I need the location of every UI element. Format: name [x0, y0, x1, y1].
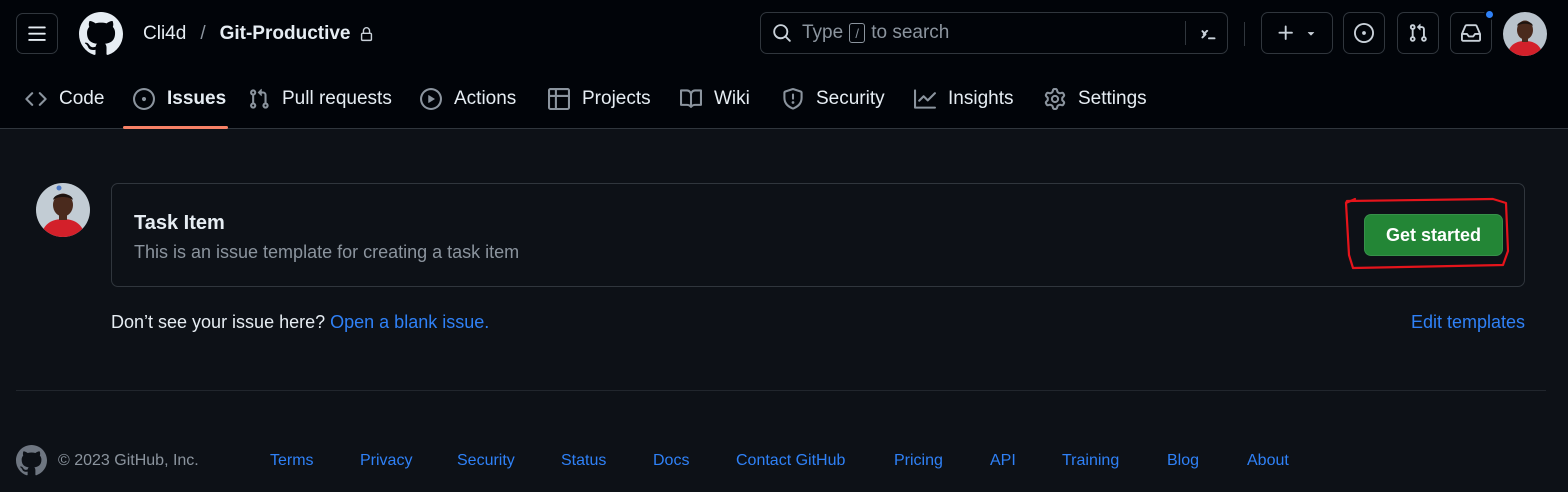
get-started-button[interactable]: Get started [1364, 214, 1503, 256]
tab-insights-label: Insights [948, 88, 1014, 109]
footer-link-api[interactable]: API [990, 452, 1016, 470]
book-icon [680, 88, 702, 110]
blank-issue-prompt: Don’t see your issue here? Open a blank … [111, 312, 489, 333]
footer-link-contact[interactable]: Contact GitHub [736, 452, 845, 470]
footer-link-status[interactable]: Status [561, 452, 606, 470]
tab-settings-label: Settings [1078, 88, 1147, 109]
tab-pull-requests[interactable]: Pull requests [248, 83, 392, 115]
your-pull-requests-button[interactable] [1397, 12, 1439, 54]
tab-issues-label: Issues [167, 88, 227, 109]
graph-icon [914, 88, 936, 110]
git-pull-request-icon [1409, 23, 1427, 42]
breadcrumb: Cli4d / Git-Productive [143, 22, 374, 46]
table-icon [548, 88, 570, 110]
issue-template-card: Task Item This is an issue template for … [111, 183, 1525, 287]
search-placeholder-prefix: Type [802, 22, 844, 43]
tab-wiki-label: Wiki [714, 88, 750, 109]
edit-templates-link[interactable]: Edit templates [1411, 312, 1525, 333]
hamburger-icon [28, 26, 46, 41]
tab-code[interactable]: Code [25, 83, 104, 115]
tab-issues[interactable]: Issues [133, 83, 226, 115]
blank-issue-prompt-text: Don’t see your issue here? [111, 312, 326, 332]
active-tab-indicator [123, 126, 228, 129]
template-title: Task Item [134, 212, 225, 234]
footer-copyright: © 2023 GitHub, Inc. [58, 452, 199, 469]
tab-actions-label: Actions [454, 88, 517, 109]
tab-insights[interactable]: Insights [914, 83, 1013, 115]
footer-link-terms[interactable]: Terms [270, 452, 314, 470]
github-logo-icon[interactable] [79, 12, 123, 56]
author-avatar [36, 183, 90, 237]
tab-actions[interactable]: Actions [420, 83, 516, 115]
breadcrumb-separator: / [200, 23, 206, 44]
breadcrumb-repo-link[interactable]: Git-Productive [220, 23, 351, 45]
gear-icon [1044, 88, 1066, 110]
search-divider [1185, 21, 1186, 45]
search-icon [772, 23, 792, 43]
tab-settings[interactable]: Settings [1044, 83, 1147, 115]
lock-icon [359, 26, 374, 43]
plus-icon [1278, 25, 1293, 40]
git-pull-request-icon [248, 88, 270, 110]
issue-opened-icon [133, 88, 155, 110]
tab-pull-requests-label: Pull requests [282, 88, 392, 109]
hamburger-menu-button[interactable] [16, 13, 58, 54]
your-issues-button[interactable] [1343, 12, 1385, 54]
search-placeholder: Type / to search [802, 22, 949, 44]
issue-opened-icon [1354, 23, 1374, 43]
search-shortcut-key: / [849, 23, 866, 43]
breadcrumb-owner-link[interactable]: Cli4d [143, 23, 186, 45]
tab-security[interactable]: Security [782, 83, 885, 115]
tab-code-label: Code [59, 88, 105, 109]
code-icon [25, 88, 47, 110]
search-input[interactable]: Type / to search [760, 12, 1228, 54]
repo-navigation: Code Issues Pull requests Actions Projec… [0, 73, 1568, 129]
command-palette-icon[interactable] [1198, 23, 1218, 43]
shield-icon [782, 88, 804, 110]
search-placeholder-suffix: to search [871, 22, 950, 43]
footer-divider [16, 390, 1546, 391]
github-footer-logo-icon[interactable] [16, 445, 47, 476]
inbox-icon [1461, 24, 1481, 42]
footer-link-docs[interactable]: Docs [653, 452, 689, 470]
open-blank-issue-link[interactable]: Open a blank issue. [330, 312, 489, 332]
header-divider [1244, 22, 1245, 46]
footer-link-pricing[interactable]: Pricing [894, 452, 943, 470]
footer-link-about[interactable]: About [1247, 452, 1289, 470]
play-icon [420, 88, 442, 110]
create-new-button[interactable] [1261, 12, 1333, 54]
footer-link-blog[interactable]: Blog [1167, 452, 1199, 470]
notification-indicator [1484, 9, 1495, 20]
tab-projects[interactable]: Projects [548, 83, 651, 115]
template-description: This is an issue template for creating a… [134, 242, 520, 262]
tab-projects-label: Projects [582, 88, 651, 109]
footer-link-privacy[interactable]: Privacy [360, 452, 412, 470]
user-avatar[interactable] [1503, 12, 1547, 56]
tab-wiki[interactable]: Wiki [680, 83, 750, 115]
footer-link-security[interactable]: Security [457, 452, 515, 470]
tab-security-label: Security [816, 88, 885, 109]
triangle-down-icon [1307, 32, 1315, 36]
global-header: Cli4d / Git-Productive Type / to search [0, 0, 1568, 129]
footer-link-training[interactable]: Training [1062, 452, 1119, 470]
